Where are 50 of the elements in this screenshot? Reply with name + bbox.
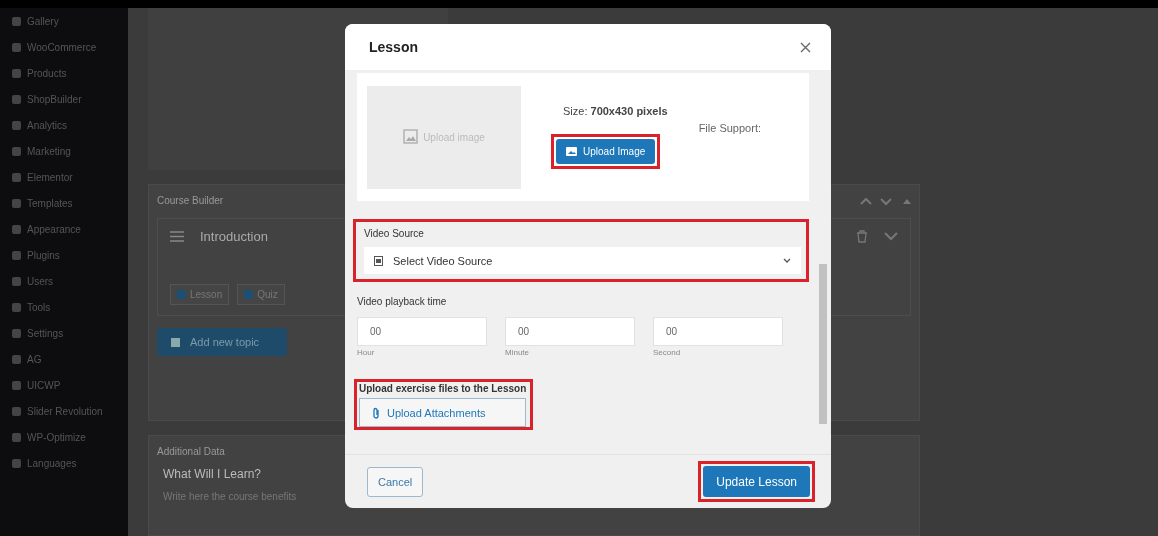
field-label: What Will I Learn? xyxy=(163,467,263,481)
topic-title: Introduction xyxy=(200,229,268,244)
field-caption: Second xyxy=(653,348,682,357)
section-title: Course Builder xyxy=(157,195,224,206)
image-icon xyxy=(403,129,420,145)
field-label: Video playback time xyxy=(357,296,448,307)
paperclip-icon xyxy=(372,406,381,419)
arrows-icon[interactable] xyxy=(859,195,911,206)
sidebar-item[interactable]: WooCommerce xyxy=(0,37,128,57)
field-label: Upload exercise files to the Lesson xyxy=(359,383,527,394)
update-lesson-button[interactable]: Update Lesson xyxy=(703,466,810,497)
sidebar-item[interactable]: Tools xyxy=(0,297,128,317)
close-icon[interactable] xyxy=(800,41,811,53)
field-caption: Minute xyxy=(505,348,530,357)
sidebar-item[interactable]: Settings xyxy=(0,323,128,343)
video-icon xyxy=(374,255,383,266)
chevron-icon xyxy=(783,258,791,263)
sidebar-item[interactable]: Languages xyxy=(0,453,128,473)
sidebar-item[interactable]: Slider Revolution xyxy=(0,401,128,421)
size-text: Size: 700x430 pixels xyxy=(563,105,668,117)
image-icon xyxy=(566,147,577,156)
upload-attachments-button[interactable]: Upload Attachments xyxy=(359,398,527,427)
sidebar-item[interactable]: Gallery xyxy=(0,11,128,31)
chevron-icon[interactable] xyxy=(884,232,898,241)
sidebar-item[interactable]: ShopBuilder xyxy=(0,89,128,109)
sidebar-item[interactable]: Templates xyxy=(0,193,128,213)
sidebar-item[interactable]: Analytics xyxy=(0,115,128,135)
field-caption: Hour xyxy=(357,348,376,357)
sidebar-item[interactable]: Plugins xyxy=(0,245,128,265)
drag-handle-icon[interactable] xyxy=(170,231,184,242)
sidebar-item[interactable]: Users xyxy=(0,271,128,291)
dialog-title: Lesson xyxy=(369,39,418,55)
video-source-select[interactable]: Select Video Source xyxy=(364,247,801,274)
sidebar-item[interactable]: Marketing xyxy=(0,141,128,161)
sidebar-item[interactable]: Products xyxy=(0,63,128,83)
add-topic-button[interactable]: Add new topic xyxy=(157,328,287,356)
field-label: Video Source xyxy=(364,228,425,239)
file-support-text: File Support: xyxy=(698,122,761,134)
sidebar-item[interactable]: UICWP xyxy=(0,375,128,395)
sidebar-item[interactable]: AG xyxy=(0,349,128,369)
upload-image-button[interactable]: Upload Image xyxy=(556,139,656,164)
trash-icon[interactable] xyxy=(856,230,868,243)
sidebar-item[interactable]: Elementor xyxy=(0,167,128,187)
section-title: Additional Data xyxy=(157,446,226,457)
time-field[interactable]: 00 xyxy=(653,317,783,346)
time-field[interactable]: 00 xyxy=(357,317,487,346)
sidebar-item[interactable]: Appearance xyxy=(0,219,128,239)
time-field[interactable]: 00 xyxy=(505,317,635,346)
sidebar-item[interactable]: WP-Optimize xyxy=(0,427,128,447)
cancel-button[interactable]: Cancel xyxy=(367,466,424,497)
